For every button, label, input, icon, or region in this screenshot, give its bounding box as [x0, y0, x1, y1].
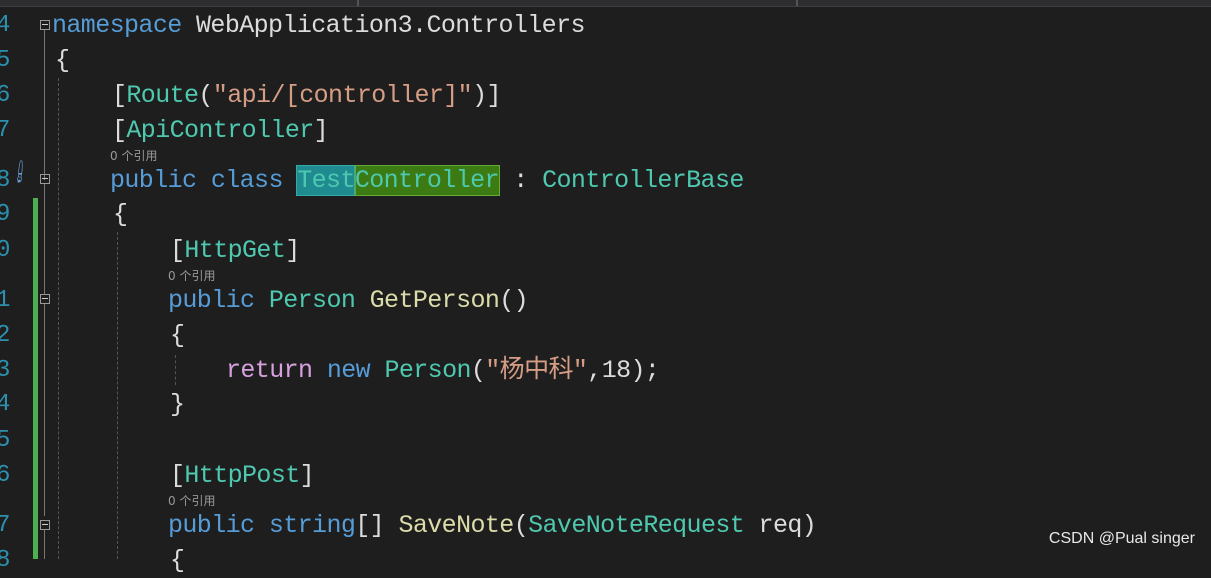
- line-number: 5: [0, 47, 10, 74]
- code-line-18[interactable]: {: [170, 543, 185, 578]
- method-name: GetPerson: [369, 286, 500, 315]
- code-line-4[interactable]: namespace WebApplication3.Controllers: [52, 8, 586, 43]
- watermark: CSDN @Pual singer: [1048, 530, 1195, 547]
- array-brackets: []: [355, 511, 385, 540]
- collapse-savenote-toggle[interactable]: [40, 520, 50, 530]
- bracket: )]: [472, 81, 501, 110]
- code-line-16[interactable]: [HttpPost]: [170, 458, 315, 493]
- colon: :: [498, 166, 543, 195]
- codelens-references[interactable]: 0 个引用: [168, 267, 215, 284]
- code-line-9[interactable]: {: [113, 197, 128, 232]
- code-line-12[interactable]: {: [170, 318, 185, 353]
- brace: {: [113, 200, 128, 229]
- arguments: ,18);: [587, 356, 660, 385]
- outline-line: [44, 184, 45, 294]
- brace: {: [170, 321, 185, 350]
- paren: (: [198, 81, 213, 110]
- method-name: SaveNote: [398, 511, 514, 540]
- keyword: namespace: [52, 11, 182, 40]
- indent-guide: [58, 78, 59, 559]
- paren: (: [513, 511, 529, 540]
- line-number: 1: [0, 287, 10, 314]
- keyword: class: [210, 166, 284, 195]
- outline-line: [44, 304, 45, 516]
- namespace-name: WebApplication3.Controllers: [181, 11, 585, 40]
- bracket: ]: [285, 236, 300, 265]
- indent-guide: [175, 355, 176, 385]
- quick-actions-brush-icon[interactable]: 🖌: [6, 158, 34, 186]
- brace: }: [170, 390, 185, 419]
- keyword: new: [326, 356, 371, 385]
- collapse-getperson-toggle[interactable]: [40, 294, 50, 304]
- editor-tab-strip[interactable]: [0, 0, 1211, 7]
- indent-guide: [117, 232, 118, 559]
- parameter: req): [744, 511, 817, 540]
- attribute: HttpPost: [184, 461, 300, 490]
- class-name-highlight-a: Test: [296, 165, 356, 196]
- brace: {: [55, 46, 70, 75]
- line-number: 6: [0, 82, 10, 109]
- change-tracking-bar: [33, 198, 38, 559]
- code-line-8[interactable]: public class TestController : Controller…: [110, 163, 744, 198]
- bracket: ]: [313, 116, 329, 145]
- bracket: [: [170, 236, 185, 265]
- codelens-references[interactable]: 0 个引用: [168, 492, 215, 509]
- line-number: 7: [0, 512, 10, 539]
- bracket: [: [112, 81, 127, 110]
- keyword: public: [168, 286, 255, 315]
- outline-line: [44, 30, 45, 180]
- keyword: string: [268, 511, 356, 540]
- attribute: Route: [126, 81, 199, 110]
- outline-line: [44, 530, 45, 559]
- string-literal: "杨中科": [485, 356, 588, 385]
- line-number: 5: [0, 427, 10, 454]
- base-class: ControllerBase: [542, 166, 744, 195]
- class-name-highlight-b: Controller: [353, 165, 500, 196]
- tab-separator: [357, 0, 359, 6]
- line-number: 4: [0, 391, 10, 418]
- line-number: 8: [0, 547, 10, 574]
- line-number: 2: [0, 322, 10, 349]
- line-number: 7: [0, 117, 10, 144]
- tab-separator: [796, 0, 798, 6]
- paren: (: [470, 356, 486, 385]
- bracket: ]: [299, 461, 315, 490]
- codelens-references[interactable]: 0 个引用: [110, 147, 157, 164]
- keyword-return: return: [226, 356, 313, 385]
- paren: (): [499, 286, 529, 315]
- line-number: 0: [0, 237, 10, 264]
- code-line-10[interactable]: [HttpGet]: [170, 233, 300, 268]
- string-literal: "api/[controller]": [212, 81, 473, 110]
- line-number: 6: [0, 462, 10, 489]
- attribute: HttpGet: [184, 236, 286, 265]
- collapse-namespace-toggle[interactable]: [40, 20, 50, 30]
- line-number: 4: [0, 12, 10, 39]
- code-line-5[interactable]: {: [55, 43, 70, 78]
- type-name: Person: [384, 356, 471, 385]
- type-name: Person: [268, 286, 356, 315]
- brace: {: [170, 546, 185, 575]
- code-line-11[interactable]: public Person GetPerson(): [168, 283, 529, 318]
- keyword: public: [168, 511, 255, 540]
- code-line-6[interactable]: [Route("api/[controller]")]: [112, 78, 501, 113]
- code-line-14[interactable]: }: [170, 387, 185, 422]
- line-number: 9: [0, 201, 10, 228]
- bracket: [: [170, 461, 185, 490]
- attribute: ApiController: [126, 116, 314, 145]
- code-line-7[interactable]: [ApiController]: [112, 113, 329, 148]
- type-name: SaveNoteRequest: [528, 511, 745, 540]
- line-number: 3: [0, 357, 10, 384]
- collapse-class-toggle[interactable]: [40, 174, 50, 184]
- code-line-17[interactable]: public string[] SaveNote(SaveNoteRequest…: [168, 508, 817, 543]
- keyword: public: [110, 166, 197, 195]
- code-line-13[interactable]: return new Person("杨中科",18);: [226, 353, 660, 388]
- bracket: [: [112, 116, 127, 145]
